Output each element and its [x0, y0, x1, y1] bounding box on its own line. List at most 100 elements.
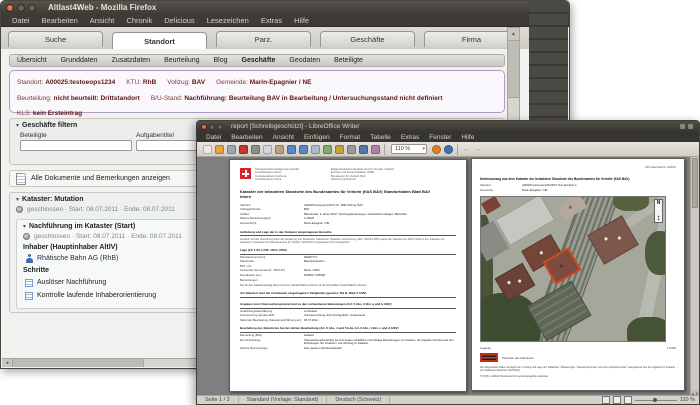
- writer-titlebar[interactable]: report [Schreibgeschützt] - LibreOffice …: [197, 121, 699, 132]
- subnav-item-beteiligte[interactable]: Beteiligte: [327, 57, 370, 64]
- info-label: Gemeinde:: [216, 79, 250, 86]
- paste-icon[interactable]: [274, 144, 284, 154]
- single-page-view-icon[interactable]: [601, 396, 610, 404]
- gallery-icon[interactable]: [370, 144, 380, 154]
- menu-item[interactable]: Hilfe: [456, 134, 479, 141]
- tab-suche[interactable]: Suche: [8, 31, 103, 47]
- menu-item[interactable]: Bearbeiten: [36, 16, 84, 25]
- scroll-left-icon[interactable]: ◄: [2, 359, 13, 367]
- menu-item[interactable]: Tabelle: [365, 134, 396, 141]
- nachfuehrung-status: geschlossen · Start: 08.07.2011 · Ende: …: [34, 233, 182, 240]
- status-icon: [688, 124, 693, 129]
- inhaber-name[interactable]: Rhätische Bahn AG (RhB): [37, 255, 118, 262]
- field-row: Standort A00025:testoeops1234 BAV Test-St…: [480, 183, 676, 188]
- open-icon[interactable]: [214, 144, 224, 154]
- menu-item[interactable]: Bearbeiten: [226, 134, 267, 141]
- save-icon[interactable]: [226, 144, 236, 154]
- info-value: BAV: [191, 79, 206, 86]
- subnav-item-geschäfte[interactable]: Geschäfte: [235, 57, 283, 64]
- task-label: Auslöser Nachführung: [37, 279, 107, 286]
- chart-icon[interactable]: [334, 144, 344, 154]
- info-label: KTU:: [126, 79, 143, 86]
- print-icon[interactable]: [250, 144, 260, 154]
- maximize-button[interactable]: [28, 3, 36, 12]
- trees: [627, 317, 665, 342]
- export-pdf-icon[interactable]: [238, 144, 248, 154]
- beteiligte-label: Beteiligte: [20, 132, 47, 139]
- subnav-item-blog[interactable]: Blog: [207, 57, 235, 64]
- hyperlink-icon[interactable]: [431, 144, 441, 154]
- undo-icon[interactable]: [286, 144, 296, 154]
- redo-icon[interactable]: [298, 144, 308, 154]
- field-label: Weitere Bemerkungen: [240, 345, 268, 350]
- maximize-button[interactable]: [217, 123, 223, 130]
- menu-item[interactable]: Einfügen: [299, 134, 335, 141]
- navigator-icon[interactable]: [358, 144, 368, 154]
- firefox-titlebar[interactable]: Altlast4Web - Mozilla Firefox: [1, 1, 569, 14]
- menu-item[interactable]: Fenster: [424, 134, 456, 141]
- documents-link[interactable]: Alle Dokumente und Bemerkungen anzeigen: [31, 175, 170, 182]
- page-style[interactable]: Standard (Vorlage: Standard): [239, 396, 328, 404]
- menu-item[interactable]: Extras: [396, 134, 424, 141]
- menu-item[interactable]: Ansicht: [84, 16, 121, 25]
- close-button[interactable]: [6, 3, 14, 12]
- book-view-icon[interactable]: [623, 396, 632, 404]
- scrollbar-thumb[interactable]: [508, 41, 519, 98]
- datasheet-ref: KbS Datenblatt Nr. A00025: [644, 166, 676, 169]
- beteiligte-input[interactable]: [20, 140, 132, 151]
- tab-firma[interactable]: Firma: [424, 31, 519, 47]
- menu-item[interactable]: Hilfe: [288, 16, 315, 25]
- close-button[interactable]: [201, 123, 207, 130]
- menu-item[interactable]: Datei: [6, 16, 36, 25]
- subnav-item-beurteilung[interactable]: Beurteilung: [157, 57, 206, 64]
- task-label: Kontrolle laufende Inhaberorientierung: [37, 292, 157, 299]
- back-arrow-icon[interactable]: ←: [463, 146, 470, 153]
- copy-icon[interactable]: [262, 144, 272, 154]
- trees: [645, 231, 665, 276]
- menu-item[interactable]: Delicious: [158, 16, 200, 25]
- section-heading: Aufteilung und Lage der in den Kataster …: [240, 230, 456, 237]
- subnav-item-grunddaten[interactable]: Grunddaten: [54, 57, 105, 64]
- menu-item[interactable]: Lesezeichen: [201, 16, 255, 25]
- nachfuehrung-title: Nachführung im Kataster (Start): [29, 223, 136, 230]
- subnav-item-geodaten[interactable]: Geodaten: [282, 57, 327, 64]
- table-icon[interactable]: [310, 144, 320, 154]
- menu-item[interactable]: Ansicht: [268, 134, 299, 141]
- browser-icon[interactable]: [443, 144, 453, 154]
- report-sections: Aufteilung und Lage der in den Kataster …: [240, 230, 456, 351]
- field-value: 563500 / 205500: [304, 273, 325, 278]
- subnav-item-zusatzdaten[interactable]: Zusatzdaten: [105, 57, 158, 64]
- minimize-button[interactable]: [17, 3, 25, 12]
- new-document-icon[interactable]: [202, 144, 212, 154]
- info-pair: Vollzug: BAV: [167, 71, 205, 88]
- menu-item[interactable]: Format: [335, 134, 366, 141]
- field-value: NE967771: [304, 254, 318, 259]
- toolbar-separator: [457, 143, 458, 155]
- tab-standort[interactable]: Standort: [112, 32, 207, 50]
- field-row: Bemerkungen: [240, 278, 456, 283]
- find-icon[interactable]: [346, 144, 356, 154]
- menu-item[interactable]: Extras: [255, 16, 288, 25]
- scrollbar-thumb[interactable]: [692, 158, 698, 208]
- field-row: Inhaber Bahnareale, in denen BAV / Nutzun…: [240, 212, 456, 217]
- scroll-up-icon[interactable]: ▲: [508, 28, 519, 41]
- zoom-slider[interactable]: [634, 397, 677, 402]
- multi-page-view-icon[interactable]: [612, 396, 621, 404]
- field-row: Standortart Betriebsstandort: [240, 260, 456, 264]
- menu-item[interactable]: Chronik: [120, 16, 158, 25]
- image-icon[interactable]: [322, 144, 332, 154]
- scrollbar-thumb[interactable]: [13, 359, 144, 367]
- tab-geschfte[interactable]: Geschäfte: [320, 31, 415, 47]
- document-section: Aufteilung und Lage der in den Kataster …: [240, 230, 456, 245]
- menu-item[interactable]: Datei: [201, 134, 226, 141]
- document-section: Angaben zum Untersuchungsstand und zu de…: [240, 302, 456, 322]
- report-page-2: KbS Datenblatt Nr. A00025 Kartenauszug a…: [471, 158, 685, 391]
- subnav-item-übersicht[interactable]: Übersicht: [10, 57, 54, 64]
- vertical-scrollbar[interactable]: ▲▼: [690, 157, 699, 397]
- minimize-button[interactable]: [209, 123, 215, 130]
- forward-arrow-icon[interactable]: →: [474, 146, 481, 153]
- zoom-combo[interactable]: 110 %: [391, 144, 427, 154]
- tab-parz[interactable]: Parz.: [216, 31, 311, 47]
- window-title: report [Schreibgeschützt] - LibreOffice …: [231, 123, 360, 130]
- language-indicator[interactable]: Deutsch (Schweiz): [327, 396, 391, 404]
